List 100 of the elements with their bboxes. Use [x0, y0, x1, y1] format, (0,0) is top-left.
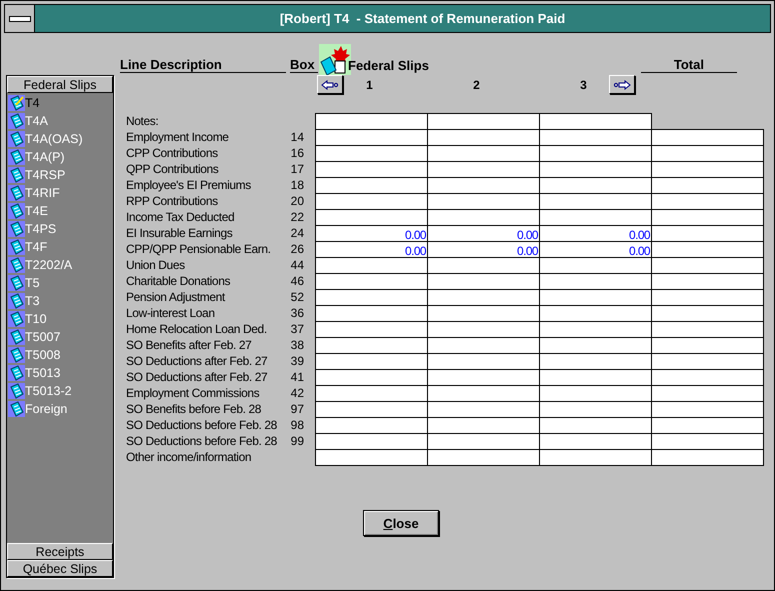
category-button[interactable]: Federal Slips — [7, 76, 113, 93]
slip-amount-field[interactable] — [315, 305, 428, 322]
slip-list-item[interactable]: T5007 — [25, 330, 60, 344]
slip-amount-field[interactable] — [539, 113, 652, 130]
slip-amount-field[interactable] — [539, 177, 652, 194]
slip-amount-field[interactable] — [427, 145, 540, 162]
slip-amount-field[interactable] — [539, 257, 652, 274]
slip-list-item[interactable]: T2202/A — [25, 258, 72, 272]
slip-amount-field[interactable] — [539, 145, 652, 162]
slip-amount-field[interactable] — [315, 209, 428, 226]
slip-amount-field[interactable] — [315, 193, 428, 210]
slip-amount-field[interactable] — [427, 433, 540, 450]
slip-icon — [8, 329, 25, 345]
line-description: CPP Contributions — [125, 145, 219, 161]
slip-amount-field[interactable]: 0.00 — [427, 241, 540, 258]
close-button[interactable]: Close — [363, 510, 439, 536]
slip-amount-field[interactable] — [315, 145, 428, 162]
slip-amount-field[interactable] — [315, 129, 428, 146]
system-menu-button[interactable] — [5, 5, 35, 32]
slip-amount-field[interactable] — [539, 353, 652, 370]
slip-amount-field[interactable] — [315, 161, 428, 178]
slip-amount-field[interactable] — [315, 273, 428, 290]
slip-icon — [8, 293, 25, 309]
slip-amount-field[interactable] — [539, 385, 652, 402]
slip-list-item[interactable]: T5013 — [25, 366, 60, 380]
slip-amount-field[interactable] — [539, 449, 652, 466]
slip-amount-field[interactable] — [315, 401, 428, 418]
slip-amount-field[interactable] — [539, 417, 652, 434]
box-number: 46 — [290, 274, 304, 288]
category-button[interactable]: Québec Slips — [7, 560, 113, 577]
slip-amount-field[interactable] — [427, 129, 540, 146]
slip-amount-field[interactable] — [427, 353, 540, 370]
slip-amount-field[interactable] — [427, 193, 540, 210]
slip-amount-field[interactable] — [427, 417, 540, 434]
slip-amount-field[interactable] — [427, 177, 540, 194]
slip-amount-field[interactable] — [315, 337, 428, 354]
slip-amount-field[interactable] — [427, 273, 540, 290]
slip-amount-field[interactable] — [539, 321, 652, 338]
slip-amount-field[interactable] — [539, 401, 652, 418]
slip-icon — [8, 401, 25, 417]
slip-amount-field[interactable] — [427, 161, 540, 178]
slip-list-item[interactable]: T10 — [25, 312, 47, 326]
slip-amount-field[interactable] — [539, 433, 652, 450]
slip-amount-field[interactable] — [315, 177, 428, 194]
slip-amount-field[interactable] — [427, 449, 540, 466]
slip-list-item[interactable]: T5008 — [25, 348, 60, 362]
box-number: 44 — [290, 258, 304, 272]
next-button[interactable] — [609, 75, 635, 94]
slip-amount-field[interactable]: 0.00 — [539, 225, 652, 242]
slip-amount-field[interactable] — [539, 369, 652, 386]
slip-amount-field[interactable] — [427, 113, 540, 130]
slip-amount-field[interactable] — [539, 161, 652, 178]
slip-amount-field[interactable] — [539, 209, 652, 226]
slip-amount-field[interactable] — [427, 321, 540, 338]
slip-amount-field[interactable]: 0.00 — [539, 241, 652, 258]
slip-amount-field[interactable] — [539, 305, 652, 322]
slip-amount-field[interactable] — [315, 321, 428, 338]
slip-amount-field[interactable] — [315, 385, 428, 402]
slip-amount-field[interactable] — [315, 353, 428, 370]
slip-amount-field[interactable] — [427, 401, 540, 418]
slip-amount-field[interactable]: 0.00 — [315, 225, 428, 242]
slip-list-item[interactable]: T4 — [25, 96, 40, 110]
slip-amount-field[interactable] — [427, 289, 540, 306]
slip-list-item[interactable]: T3 — [25, 294, 40, 308]
slip-amount-field[interactable] — [539, 337, 652, 354]
slip-amount-field[interactable] — [427, 385, 540, 402]
slip-list-item[interactable]: T4A — [25, 114, 48, 128]
slip-amount-field[interactable] — [427, 209, 540, 226]
slip-amount-field[interactable] — [539, 289, 652, 306]
slip-amount-field[interactable] — [539, 273, 652, 290]
slip-list-item[interactable]: T5 — [25, 276, 40, 290]
slip-amount-field[interactable] — [315, 449, 428, 466]
slip-amount-field[interactable] — [427, 337, 540, 354]
previous-button[interactable] — [317, 75, 343, 94]
column-header: Total — [640, 57, 737, 73]
slip-amount-field[interactable] — [539, 193, 652, 210]
slip-amount-field[interactable] — [427, 257, 540, 274]
slip-list-item[interactable]: T4RIF — [25, 186, 60, 200]
slip-amount-field[interactable] — [315, 257, 428, 274]
slip-amount-field[interactable] — [315, 289, 428, 306]
slip-list-item[interactable]: T4F — [25, 240, 48, 254]
slip-list-item[interactable]: T4A(P) — [25, 150, 65, 164]
slip-amount-field[interactable] — [315, 113, 428, 130]
slip-amount-field[interactable] — [315, 369, 428, 386]
slip-amount-field[interactable] — [539, 129, 652, 146]
box-number: 26 — [290, 242, 304, 256]
slip-list-item[interactable]: Foreign — [25, 402, 68, 416]
slip-list-item[interactable]: T4E — [25, 204, 48, 218]
slip-amount-field[interactable] — [427, 369, 540, 386]
category-button[interactable]: Receipts — [7, 543, 113, 560]
slip-list-item[interactable]: T4A(OAS) — [25, 132, 83, 146]
slip-pencil-icon — [8, 95, 25, 111]
slip-amount-field[interactable] — [315, 433, 428, 450]
slip-list-item[interactable]: T4PS — [25, 222, 56, 236]
slip-amount-field[interactable]: 0.00 — [427, 225, 540, 242]
slip-amount-field[interactable]: 0.00 — [315, 241, 428, 258]
slip-amount-field[interactable] — [315, 417, 428, 434]
slip-list-item[interactable]: T5013-2 — [25, 384, 72, 398]
slip-list-item[interactable]: T4RSP — [25, 168, 66, 182]
slip-amount-field[interactable] — [427, 305, 540, 322]
